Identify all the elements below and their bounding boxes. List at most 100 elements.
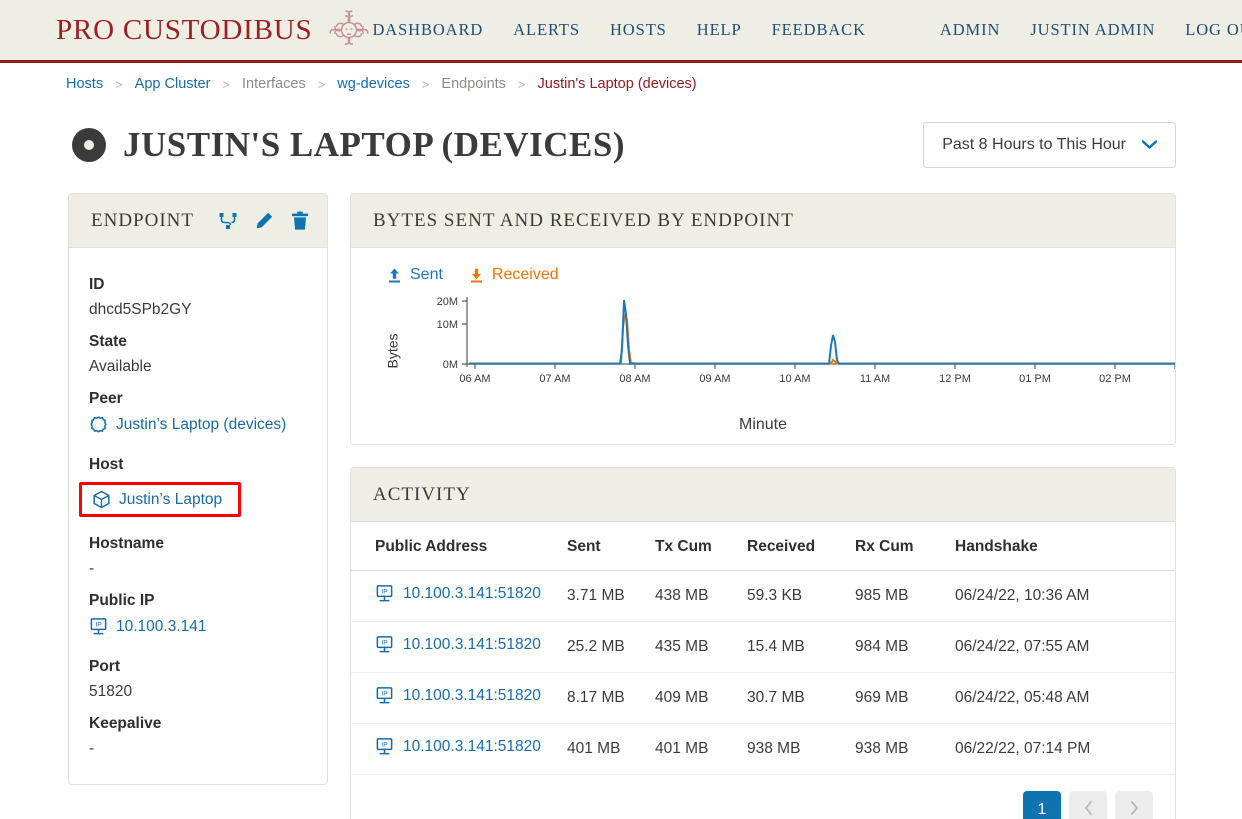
peer-link[interactable]: Justin’s Laptop (devices) — [89, 415, 286, 434]
column-header-received[interactable]: Received — [747, 522, 855, 571]
nav-alerts[interactable]: ALERTS — [513, 20, 580, 40]
chart-svg: 20M 10M 0M 06 AM 07 AM 08 AM 09 AM 10 AM… — [437, 296, 1175, 385]
legend-item-sent[interactable]: Sent — [387, 266, 443, 284]
top-header: PRO CUSTODIBUS DASHBOARD ALERTS HOSTS HE… — [0, 0, 1242, 63]
previous-page-button[interactable] — [1069, 791, 1107, 819]
breadcrumb-separator: > — [421, 76, 430, 92]
address-link[interactable]: IP 10.100.3.141:51820 — [375, 584, 541, 603]
ip-monitor-icon: IP — [375, 737, 394, 756]
field-label-public-ip: Public IP — [89, 592, 155, 609]
address-link[interactable]: IP 10.100.3.141:51820 — [375, 737, 541, 756]
address-link[interactable]: IP 10.100.3.141:51820 — [375, 686, 541, 705]
svg-text:IP: IP — [381, 589, 388, 596]
breadcrumb-separator: > — [317, 76, 326, 92]
cell-received: 59.3 KB — [747, 570, 855, 622]
host-link-label: Justin’s Laptop — [119, 490, 223, 508]
field-label-port: Port — [89, 658, 120, 675]
table-row: IP 10.100.3.141:51820 8.17 MB 409 MB 30.… — [351, 672, 1175, 724]
column-header-tx-cum[interactable]: Tx Cum — [655, 522, 747, 571]
field-value-keepalive: - — [89, 740, 95, 757]
delete-icon[interactable] — [290, 211, 310, 231]
nav-help[interactable]: HELP — [697, 20, 742, 40]
legend-label-received: Received — [491, 266, 559, 283]
nav-dashboard[interactable]: DASHBOARD — [372, 20, 483, 40]
cell-received: 15.4 MB — [747, 621, 855, 673]
cell-sent: 3.71 MB — [567, 570, 655, 622]
field-peer: Peer Justin’s Laptop (devices) — [69, 390, 327, 442]
field-label-host: Host — [89, 456, 124, 473]
nav-feedback[interactable]: FEEDBACK — [772, 20, 866, 40]
cell-handshake: 06/24/22, 05:48 AM — [955, 672, 1175, 724]
breadcrumb: Hosts > App Cluster > Interfaces > wg-de… — [0, 63, 1242, 105]
legend-item-received[interactable]: Received — [469, 266, 559, 284]
svg-text:IP: IP — [381, 691, 388, 698]
field-value-state: Available — [89, 358, 152, 375]
column-header-handshake[interactable]: Handshake — [955, 522, 1175, 571]
public-ip-link[interactable]: IP 10.100.3.141 — [89, 617, 207, 636]
cell-received: 30.7 MB — [747, 672, 855, 724]
breadcrumb-item-wg-devices[interactable]: wg-devices — [337, 76, 410, 92]
chart-xtick-5: 11 AM — [860, 373, 890, 385]
svg-text:IP: IP — [95, 622, 102, 629]
activity-table-head: Public Address Sent Tx Cum Received Rx C… — [351, 522, 1175, 571]
cell-received: 938 MB — [747, 723, 855, 775]
svg-text:IP: IP — [381, 640, 388, 647]
right-column: BYTES SENT AND RECEIVED BY ENDPOINT Sent — [350, 193, 1176, 819]
time-range-select[interactable]: Past 8 Hours to This Hour — [923, 122, 1176, 168]
cell-sent: 8.17 MB — [567, 672, 655, 724]
peer-link-label: Justin’s Laptop (devices) — [116, 415, 287, 433]
field-value-id: dhcd5SPb2GY — [89, 301, 192, 318]
nav-log-out[interactable]: LOG OUT — [1185, 20, 1242, 40]
cell-tx-cum: 401 MB — [655, 723, 747, 775]
chart-series-sent — [469, 299, 1175, 365]
page-title-row: JUSTIN'S LAPTOP (DEVICES) Past 8 Hours t… — [0, 105, 1242, 177]
upload-arrow-icon — [387, 267, 402, 284]
ip-monitor-icon: IP — [375, 686, 394, 705]
pagination: 1 — [351, 775, 1175, 819]
field-public-ip: Public IP IP 10.100.3.141 — [69, 592, 327, 644]
content-area: ENDPOINT ID dhcd5SPb2GY State Available … — [0, 177, 1242, 819]
ip-monitor-icon: IP — [375, 584, 394, 603]
endpoint-status-icon — [72, 128, 106, 162]
activity-panel: ACTIVITY Public Address Sent Tx Cum Rece… — [350, 467, 1176, 819]
nav-user-justin-admin[interactable]: JUSTIN ADMIN — [1030, 20, 1155, 40]
chart-legend: Sent Received — [369, 260, 1157, 284]
chevron-left-icon — [1084, 800, 1093, 819]
legend-label-sent: Sent — [410, 266, 443, 283]
table-row: IP 10.100.3.141:51820 25.2 MB 435 MB 15.… — [351, 621, 1175, 673]
endpoint-panel: ENDPOINT ID dhcd5SPb2GY State Available … — [68, 193, 328, 785]
column-header-rx-cum[interactable]: Rx Cum — [855, 522, 955, 571]
edit-icon[interactable] — [254, 211, 274, 231]
cell-rx-cum: 984 MB — [855, 621, 955, 673]
cell-sent: 25.2 MB — [567, 621, 655, 673]
address-link-label: 10.100.3.141:51820 — [403, 686, 541, 704]
address-link-label: 10.100.3.141:51820 — [403, 635, 541, 653]
breadcrumb-item-hosts[interactable]: Hosts — [66, 76, 103, 92]
field-hostname: Hostname - — [69, 535, 327, 578]
chart-xtick-0: 06 AM — [459, 373, 490, 385]
endpoint-fields: ID dhcd5SPb2GY State Available Peer Just… — [69, 248, 327, 784]
chart-ytick-20m: 20M — [437, 296, 458, 308]
chart-x-axis-label: Minute — [738, 416, 788, 433]
page-button-1[interactable]: 1 — [1023, 791, 1061, 819]
table-row: IP 10.100.3.141:51820 3.71 MB 438 MB 59.… — [351, 570, 1175, 622]
field-state: State Available — [69, 333, 327, 376]
host-link[interactable]: Justin’s Laptop — [92, 490, 222, 509]
field-id: ID dhcd5SPb2GY — [69, 276, 327, 319]
next-page-button[interactable] — [1115, 791, 1153, 819]
column-header-sent[interactable]: Sent — [567, 522, 655, 571]
address-link[interactable]: IP 10.100.3.141:51820 — [375, 635, 541, 654]
cell-tx-cum: 409 MB — [655, 672, 747, 724]
bytes-chart-body: Sent Received Bytes 20M 10M 0M 06 AM 07 … — [351, 248, 1175, 444]
download-arrow-icon — [469, 267, 484, 284]
cell-sent: 401 MB — [567, 723, 655, 775]
nav-hosts[interactable]: HOSTS — [610, 20, 667, 40]
field-label-keepalive: Keepalive — [89, 715, 162, 732]
branch-icon[interactable] — [218, 211, 238, 231]
nav-admin[interactable]: ADMIN — [940, 20, 1000, 40]
breadcrumb-separator: > — [222, 76, 231, 92]
breadcrumb-item-app-cluster[interactable]: App Cluster — [135, 76, 211, 92]
column-header-public-address[interactable]: Public Address — [351, 522, 567, 571]
chevron-right-icon — [1130, 800, 1139, 819]
brand-logo[interactable]: PRO CUSTODIBUS — [56, 7, 372, 53]
